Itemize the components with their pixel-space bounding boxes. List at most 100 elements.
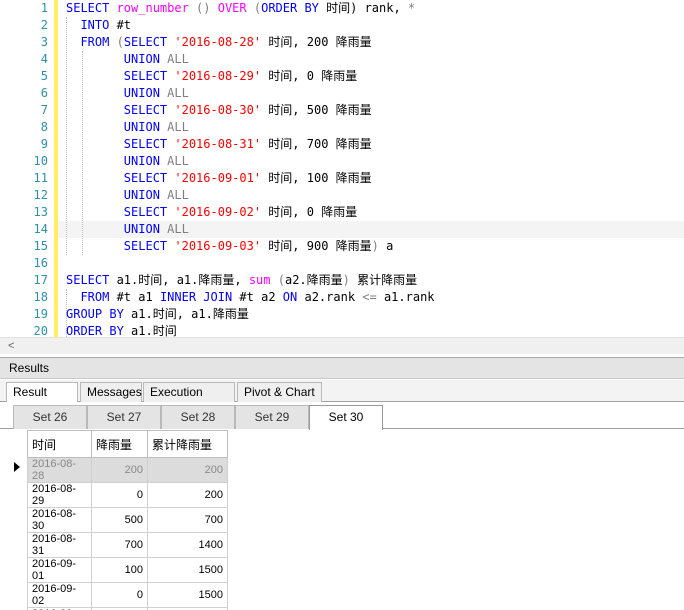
tab-set-29[interactable]: Set 29 [235, 405, 309, 429]
code-token: #t a1 [116, 290, 160, 304]
code-token: FROM [66, 35, 117, 49]
code-token: ALL [167, 222, 189, 236]
tab-set-28[interactable]: Set 28 [161, 405, 235, 429]
cell-cumulative-rainfall[interactable]: 200 [147, 482, 228, 508]
cell-rainfall[interactable]: 0 [91, 482, 148, 508]
cell-cumulative-rainfall[interactable]: 700 [147, 507, 228, 533]
line-number: 20 [33, 324, 48, 337]
code-token: 累计降雨量 [349, 273, 418, 287]
cell-rainfall[interactable]: 100 [91, 557, 148, 583]
code-token: SELECT [66, 1, 117, 15]
tab-set-26[interactable]: Set 26 [13, 405, 87, 429]
tab-pivot-chart[interactable]: Pivot & Chart [237, 382, 322, 402]
cell-cumulative-rainfall[interactable]: 1400 [147, 532, 228, 558]
line-number-gutter: 1 2 3 4 5 6 7 8 9 10 11 12 13 14 15 16 17 18 19 20 [0, 0, 54, 337]
code-line: SELECT '2016-09-03' 时间, 900 降雨量) a [66, 238, 394, 255]
code-line: GROUP BY a1.时间, a1.降雨量 [66, 306, 249, 323]
cell-cumulative-rainfall[interactable]: 1500 [147, 557, 228, 583]
line-number: 11 [33, 171, 48, 185]
code-token: INTO [66, 18, 117, 32]
line-number: 9 [40, 137, 48, 151]
tab-execution-plan[interactable]: Execution Plan [143, 382, 235, 417]
cell-cumulative-rainfall[interactable]: 200 [147, 457, 228, 483]
tab-set-27[interactable]: Set 27 [87, 405, 161, 429]
line-number: 8 [40, 120, 48, 134]
table-row[interactable]: 2016-08-31 700 1400 [27, 532, 228, 558]
code-token: ( [116, 35, 124, 49]
tab-messages[interactable]: Messages [80, 382, 142, 402]
table-row[interactable]: 2016-09-01 100 1500 [27, 557, 228, 583]
column-header-cumulative-rainfall[interactable]: 累计降雨量 [147, 430, 228, 458]
line-number: 17 [33, 273, 48, 287]
code-token: a1.时间, a1.降雨量, [116, 273, 249, 287]
line-number: 1 [40, 1, 48, 15]
cell-rainfall[interactable]: 500 [91, 507, 148, 533]
line-number: 15 [33, 239, 48, 253]
horizontal-scrollbar[interactable]: < [0, 337, 684, 354]
code-token: a2.rank [304, 290, 363, 304]
cell-time[interactable]: 2016-09-02 [27, 582, 92, 608]
code-token: 时间, 700 降雨量 [261, 137, 372, 151]
code-token: OVER [217, 1, 247, 15]
code-token: ORDER BY [261, 1, 319, 15]
line-number: 7 [40, 103, 48, 117]
column-header-rainfall[interactable]: 降雨量 [91, 430, 148, 458]
code-token: 时间, 900 降雨量 [261, 239, 372, 253]
change-marker-bar [54, 0, 58, 337]
cell-cumulative-rainfall[interactable]: 1500 [147, 582, 228, 608]
code-token: '2016-08-30' [174, 103, 262, 117]
code-token: ALL [167, 52, 189, 66]
sql-editor[interactable]: 1 2 3 4 5 6 7 8 9 10 11 12 13 14 15 16 17 18 19 20 SELECT r… [0, 0, 684, 337]
cell-rainfall[interactable]: 700 [91, 532, 148, 558]
code-token: #t a2 [239, 290, 283, 304]
code-token: a1.时间, a1.降雨量 [131, 307, 249, 321]
cell-time[interactable]: 2016-08-31 [27, 532, 92, 558]
line-number: 5 [40, 69, 48, 83]
code-line: UNION ALL [66, 85, 189, 102]
results-title: Results [9, 361, 50, 375]
code-line: FROM (SELECT '2016-08-28' 时间, 200 降雨量 [66, 34, 372, 51]
tab-result-sets[interactable]: Result Sets [6, 382, 78, 417]
code-line: SELECT '2016-08-31' 时间, 700 降雨量 [66, 136, 372, 153]
code-token: UNION [66, 52, 168, 66]
code-line: INTO #t [66, 17, 131, 34]
code-token: SELECT [66, 273, 117, 287]
table-row[interactable]: 2016-08-29 0 200 [27, 482, 228, 508]
column-header-time[interactable]: 时间 [27, 430, 92, 458]
cell-time[interactable]: 2016-08-30 [27, 507, 92, 533]
code-token: a1.rank [376, 290, 435, 304]
line-number: 13 [33, 205, 48, 219]
code-token: a2.降雨量 [284, 273, 343, 287]
cell-time[interactable]: 2016-09-01 [27, 557, 92, 583]
cell-rainfall[interactable]: 0 [91, 582, 148, 608]
code-line: UNION ALL [66, 153, 189, 170]
table-row[interactable]: 2016-08-28 200 200 [27, 457, 228, 483]
code-token: FROM [66, 290, 117, 304]
line-number: 12 [33, 188, 48, 202]
code-token: UNION [66, 120, 168, 134]
cell-time[interactable]: 2016-08-28 [27, 457, 92, 483]
code-token: ( [246, 1, 262, 15]
code-token: SELECT [66, 103, 175, 117]
code-line: FROM #t a1 INNER JOIN #t a2 ON a2.rank <… [66, 289, 435, 306]
code-token: UNION [66, 222, 168, 236]
current-row-arrow-icon [14, 462, 20, 472]
table-row[interactable]: 2016-08-30 500 700 [27, 507, 228, 533]
results-grid: 时间 降雨量 累计降雨量 2016-08-28 200 200 2016-08-29 0… [27, 430, 228, 610]
cell-time[interactable]: 2016-08-29 [27, 482, 92, 508]
scroll-left-arrow-icon[interactable]: < [8, 339, 14, 354]
code-line: UNION ALL [66, 221, 189, 238]
table-row[interactable]: 2016-09-02 0 1500 [27, 582, 228, 608]
cell-rainfall[interactable]: 200 [91, 457, 148, 483]
line-number: 6 [40, 86, 48, 100]
tab-set-30[interactable]: Set 30 [309, 405, 383, 430]
code-token: ( [270, 273, 285, 287]
code-token: 时间) rank, [318, 1, 408, 15]
code-token: 时间, 200 降雨量 [261, 35, 372, 49]
row-header-selected[interactable] [10, 457, 27, 477]
code-line: SELECT '2016-08-29' 时间, 0 降雨量 [66, 68, 357, 85]
code-token: UNION [66, 86, 168, 100]
line-number: 19 [33, 307, 48, 321]
code-token: ALL [167, 86, 189, 100]
code-token: INNER JOIN [159, 290, 240, 304]
